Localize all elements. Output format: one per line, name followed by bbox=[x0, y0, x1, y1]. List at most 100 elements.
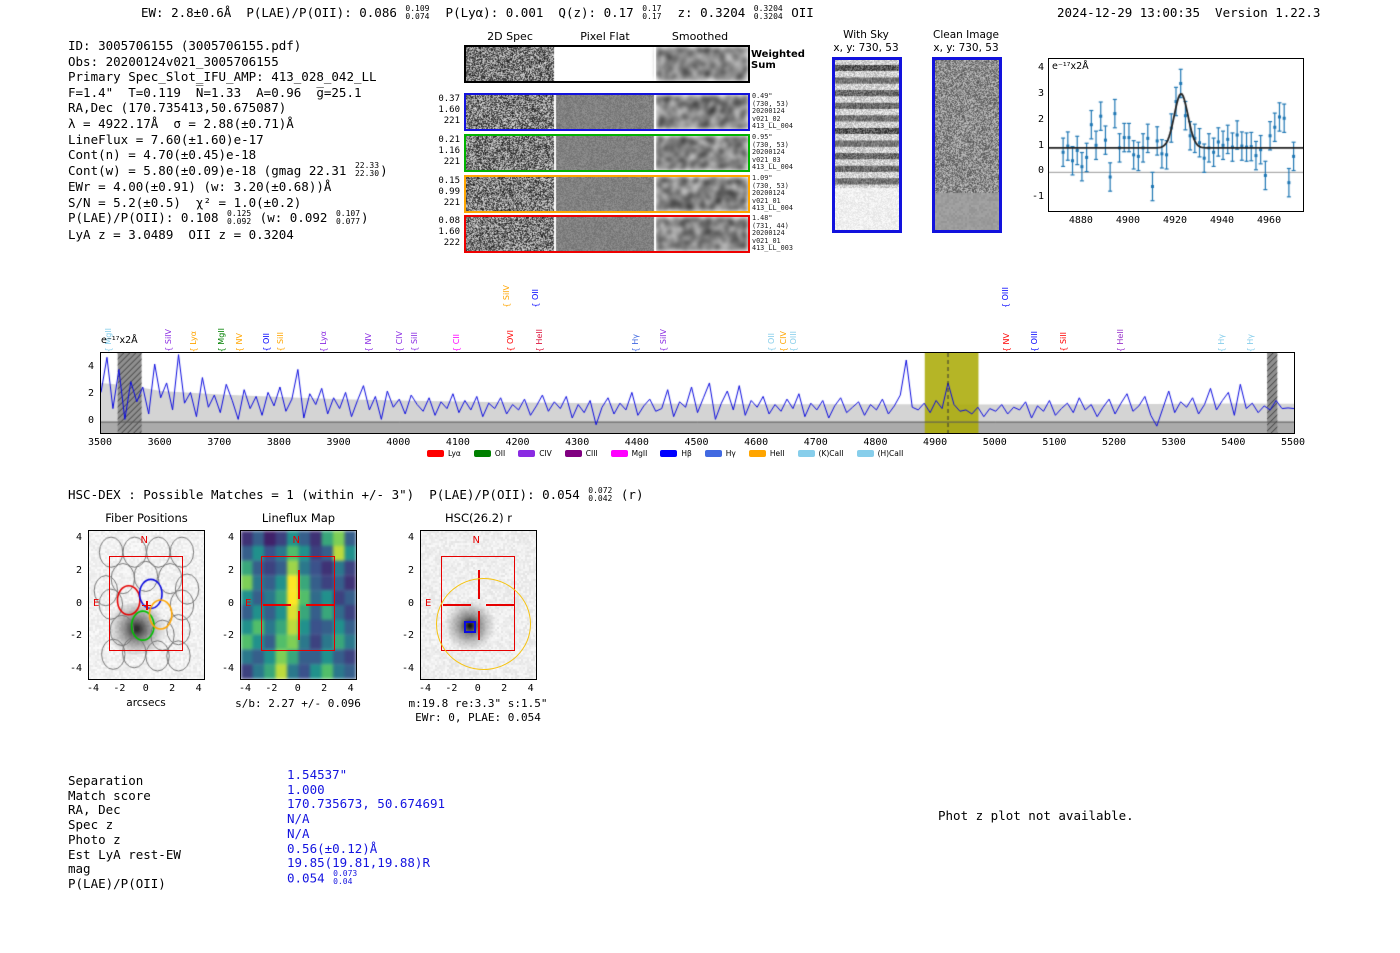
spec2d-fiber-row bbox=[464, 175, 750, 213]
match-row-value: 19.85(19.81,19.88)R bbox=[287, 855, 445, 871]
match-row-label: Match score bbox=[68, 787, 151, 803]
cutout-ytick-label: 4 bbox=[227, 532, 234, 543]
text-segment: (w: 0.092 bbox=[252, 210, 335, 226]
legend-item: Hβ bbox=[660, 449, 692, 458]
spectrum-xtick-label: 3800 bbox=[266, 437, 291, 448]
cutout-xtick-label: 2 bbox=[169, 683, 176, 694]
info-line: ID: 3005706155 (3005706155.pdf) bbox=[68, 38, 388, 54]
spectral-line-label: { Hγ bbox=[1217, 333, 1227, 352]
spectrum-xtick-label: 4800 bbox=[863, 437, 888, 448]
fiber-row-weights: 0.21 1.16 221 bbox=[438, 135, 460, 167]
inset-ytick-label: 4 bbox=[1037, 62, 1044, 74]
spectral-line-label: { SiII bbox=[275, 332, 285, 352]
compass-north: N bbox=[472, 535, 480, 546]
fiber-xlabel: arcsecs bbox=[126, 697, 166, 709]
text-segment: (r) bbox=[613, 487, 644, 502]
spectrum-xtick-label: 5200 bbox=[1102, 437, 1127, 448]
legend-swatch bbox=[427, 450, 444, 457]
spectral-line-label: { OIII bbox=[1029, 330, 1039, 352]
legend-item: CIV bbox=[518, 449, 552, 458]
legend-swatch bbox=[748, 450, 766, 457]
spectral-line-label: { SiII bbox=[1059, 332, 1069, 352]
spectrum-ytick-label: 4 bbox=[87, 361, 94, 373]
photz-note: Phot z plot not available. bbox=[938, 808, 1134, 823]
spectrum-xtick-label: 4300 bbox=[565, 437, 590, 448]
match-row-label: RA, Dec bbox=[68, 802, 121, 818]
legend-item: OII bbox=[473, 449, 505, 458]
spectral-line-label: { OVI bbox=[505, 330, 515, 352]
cutout-xtick-label: 4 bbox=[195, 683, 202, 694]
inset-ytick-label: 0 bbox=[1037, 165, 1044, 177]
spectral-line-label: { NV bbox=[234, 332, 244, 352]
clean-title: Clean Image bbox=[932, 29, 1000, 41]
cutout-title: Lineflux Map bbox=[261, 511, 336, 525]
compass-east: E bbox=[425, 598, 432, 609]
stacked-uncertainty: 0.072 0.042 bbox=[588, 485, 613, 503]
aperture-ellipse bbox=[436, 578, 531, 670]
info-line: Primary Spec_Slot_IFU_AMP: 413_028_042_L… bbox=[68, 69, 388, 85]
cutout-ytick-label: -4 bbox=[221, 663, 234, 675]
detection-info-block: ID: 3005706155 (3005706155.pdf) Obs: 2020… bbox=[68, 38, 388, 242]
match-row-label: P(LAE)/P(OII) bbox=[68, 875, 166, 891]
spectral-line-legend: Lyα OII CIV CIII MgII Hβ Hγ HeII (K)CaII (H)CaII bbox=[427, 449, 903, 458]
text-segment: ID: 3005706155 (3005706155.pdf) bbox=[68, 38, 302, 53]
fiber-row-meta: 1.09" (730, 53) 20200124 v021_01 413_LL_004 bbox=[752, 174, 793, 213]
match-row-value: N/A bbox=[287, 825, 445, 842]
info-line: P(LAE)/P(OII): 0.108 0.125 0.092 (w: 0.09… bbox=[68, 210, 388, 226]
inset-ytick-label: -1 bbox=[1031, 191, 1044, 203]
spectral-line-label: { SiII bbox=[410, 332, 420, 352]
fiber-row-meta: 0.49" (730, 53) 20200124 v021_02 413_LL_004 bbox=[752, 92, 793, 131]
text-segment: ) bbox=[361, 210, 369, 226]
text-segment: N/A bbox=[287, 825, 310, 841]
cutout-xtick-label: 4 bbox=[347, 683, 354, 694]
spectrum-xtick-label: 3900 bbox=[326, 437, 351, 448]
stacked-uncertainty: 0.109 0.074 bbox=[405, 3, 430, 21]
text-segment: P(LAE)/P(OII): 0.108 bbox=[68, 210, 227, 226]
clean-coords: x, y: 730, 53 bbox=[933, 42, 999, 54]
text-segment: P(Lyα): 0.001 Q(z): 0.17 bbox=[430, 5, 642, 20]
info-line: LineFlux = 7.60(±1.60)e-17 bbox=[68, 132, 388, 148]
withsky-coords: x, y: 730, 53 bbox=[833, 42, 899, 54]
spectral-line-label: { CIV bbox=[779, 330, 789, 352]
text-segment: F=1.4" T=0.119 N̅=1.33 A=0.96 g̅=25.1 bbox=[68, 84, 362, 100]
crosshair bbox=[297, 570, 300, 599]
spectral-line-label: { HeII bbox=[1116, 328, 1126, 352]
match-row-label: Photo z bbox=[68, 831, 121, 847]
cutout-xtick-label: -4 bbox=[238, 683, 252, 694]
spectral-line-label: { OII bbox=[262, 333, 272, 352]
spectral-line-label: { CII bbox=[451, 334, 461, 352]
match-row-label: mag bbox=[68, 861, 91, 877]
spectral-line-label: { HeII bbox=[535, 328, 545, 352]
cutout-xtick-label: 0 bbox=[294, 683, 301, 694]
stacked-uncertainty: 0.17 0.17 bbox=[642, 3, 662, 21]
stacked-uncertainty: 0.3204 0.3204 bbox=[753, 3, 783, 21]
text-segment: RA,Dec (170.735413,50.675087) bbox=[68, 100, 287, 116]
spec2d-weighted-row bbox=[464, 45, 750, 83]
spec2d-title-pixelflat: Pixel Flat bbox=[580, 30, 630, 43]
legend-item: (H)CaII bbox=[856, 449, 903, 458]
summary-header-line: EW: 2.8±0.6Å P(LAE)/P(OII): 0.086 0.109 0… bbox=[141, 3, 814, 21]
spectrum-xtick-label: 3700 bbox=[207, 437, 232, 448]
clean-image bbox=[932, 57, 1002, 233]
legend-item: Lyα bbox=[427, 449, 461, 458]
legend-swatch bbox=[564, 450, 582, 457]
spec2d-fiber-row bbox=[464, 134, 750, 172]
spectrum-xtick-label: 5500 bbox=[1280, 437, 1306, 448]
cutout-ytick-label: -2 bbox=[401, 630, 414, 642]
spec2d-title-2dspec: 2D Spec bbox=[487, 30, 533, 43]
legend-item: CIII bbox=[564, 449, 598, 458]
full-spectrum-plot bbox=[100, 352, 1295, 434]
text-segment: 1.000 bbox=[287, 781, 325, 797]
hsc-caption-2: EWr: 0, PLAE: 0.054 bbox=[415, 711, 541, 724]
hsc-dex-match-line: HSC-DEX : Possible Matches = 1 (within +… bbox=[68, 485, 644, 503]
legend-swatch bbox=[856, 450, 874, 457]
spectral-line-label: { OIII bbox=[1001, 286, 1011, 308]
cutout-xtick-label: -2 bbox=[265, 683, 278, 694]
legend-swatch bbox=[610, 450, 628, 457]
inset-xtick-label: 4920 bbox=[1162, 215, 1188, 226]
text-segment: λ = 4922.17Å σ = 2.88(±0.71)Å bbox=[68, 115, 294, 131]
cutout-ytick-label: 0 bbox=[75, 597, 82, 609]
legend-swatch bbox=[518, 450, 536, 457]
legend-swatch bbox=[704, 450, 722, 457]
info-line: Cont(w) = 5.80(±0.09)e-18 (gmag 22.31 22… bbox=[68, 162, 388, 179]
